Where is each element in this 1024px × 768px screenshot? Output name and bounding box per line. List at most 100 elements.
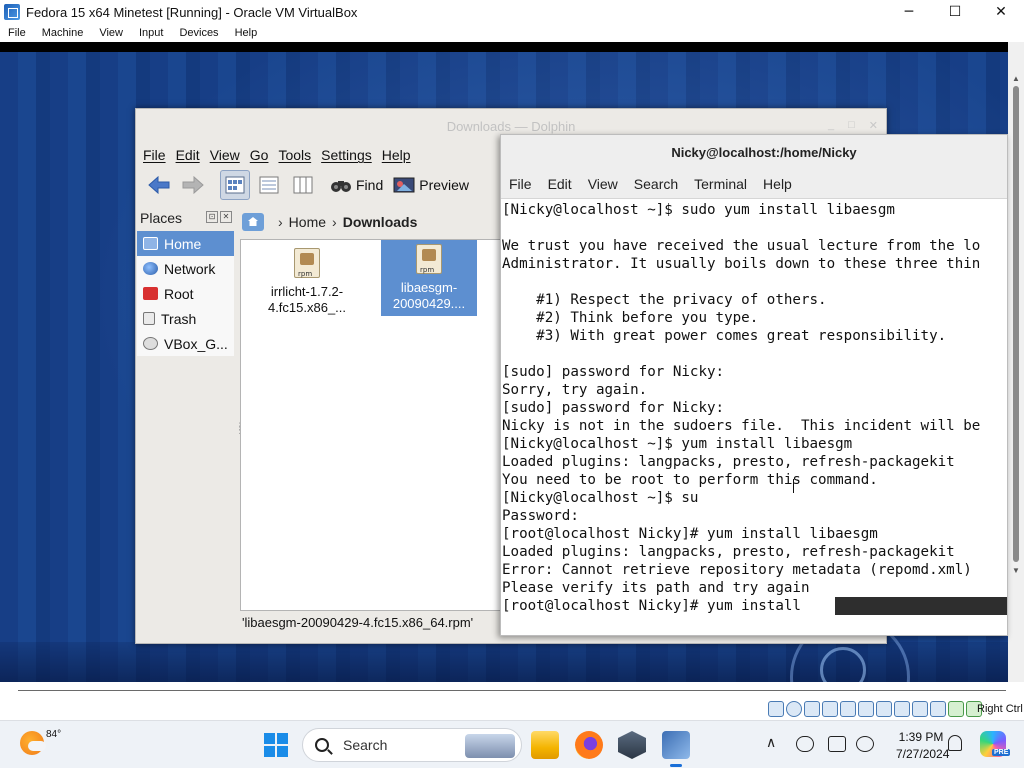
dolphin-close-button[interactable]: ✕	[869, 119, 878, 132]
place-trash[interactable]: Trash	[137, 306, 234, 331]
place-root[interactable]: Root	[137, 281, 234, 306]
optical-drive-icon[interactable]	[786, 701, 802, 717]
maximize-button[interactable]: ☐	[932, 0, 978, 24]
clock-time: 1:39 PM	[898, 730, 944, 744]
dolphin-minimize-button[interactable]: _	[828, 119, 834, 132]
dolphin-menu-edit[interactable]: Edit	[176, 147, 200, 163]
dolphin-status-bar: 'libaesgm-20090429-4.fc15.x86_64.rpm'	[242, 615, 474, 630]
audio-icon[interactable]	[804, 701, 820, 717]
breadcrumb-current[interactable]: Downloads	[343, 214, 418, 230]
place-home-label: Home	[164, 235, 202, 252]
vbox-menu-file[interactable]: File	[0, 27, 34, 39]
terminal-menu-search[interactable]: Search	[634, 176, 678, 192]
guest-screen[interactable]: ▲ ▼ Downloads — Dolphin _ □ ✕ File Edit …	[0, 42, 1024, 682]
start-button[interactable]	[264, 733, 288, 757]
place-network[interactable]: Network	[137, 256, 234, 281]
rpm-package-icon	[294, 248, 320, 282]
vbox-menu-help[interactable]: Help	[227, 27, 266, 39]
vbox-menu-devices[interactable]: Devices	[171, 27, 226, 39]
guest-scrollbar[interactable]: ▲ ▼	[1008, 42, 1024, 682]
back-button[interactable]	[144, 170, 174, 200]
shared-folders-icon[interactable]	[858, 701, 874, 717]
terminal-line: [sudo] password for Nicky:	[502, 400, 725, 416]
places-float-icon[interactable]: ⊡	[206, 211, 218, 223]
place-trash-label: Trash	[161, 310, 197, 327]
search-highlight-image	[465, 734, 515, 758]
forward-button[interactable]	[178, 170, 208, 200]
terminal-menu-view[interactable]: View	[588, 176, 618, 192]
vbox-menu-view[interactable]: View	[91, 27, 131, 39]
dolphin-menu-tools[interactable]: Tools	[278, 147, 311, 163]
onedrive-icon[interactable]	[796, 736, 814, 752]
terminal-title: Nicky@localhost:/home/Nicky	[671, 144, 857, 160]
terminal-line: [root@localhost Nicky]# yum install liba…	[502, 526, 878, 542]
terminal-line: Password:	[502, 508, 579, 524]
places-close-icon[interactable]: ✕	[220, 211, 232, 223]
scroll-up-arrow-icon[interactable]: ▲	[1012, 74, 1020, 83]
terminal-menu-help[interactable]: Help	[763, 176, 792, 192]
dolphin-menu-settings[interactable]: Settings	[321, 147, 372, 163]
terminal-titlebar[interactable]: Nicky@localhost:/home/Nicky	[501, 135, 1007, 169]
fedora-vm-taskbar-icon[interactable]	[662, 731, 690, 767]
network-adapter-icon[interactable]	[822, 701, 838, 717]
terminal-menu-file[interactable]: File	[509, 176, 532, 192]
vbox-statusbar: Right Ctrl	[0, 682, 1024, 720]
details-view-icon	[259, 176, 279, 194]
file-item[interactable]: libaesgm- 20090429....	[381, 240, 477, 316]
virtualbox-taskbar-icon[interactable]	[618, 731, 646, 759]
terminal-line: #2) Think before you type.	[502, 310, 759, 326]
columns-view-icon	[293, 176, 313, 194]
dolphin-maximize-button[interactable]: □	[848, 119, 855, 132]
weather-widget[interactable]: 84°	[20, 729, 61, 755]
display-icon[interactable]	[876, 701, 892, 717]
preview-button[interactable]: Preview	[393, 176, 469, 194]
details-view-button[interactable]	[254, 170, 284, 200]
network-tray-icon[interactable]	[856, 736, 874, 752]
place-vbox-shared[interactable]: VBox_G...	[137, 331, 234, 356]
scroll-down-arrow-icon[interactable]: ▼	[1012, 566, 1020, 575]
tray-overflow-chevron-icon[interactable]: ∧	[766, 735, 776, 751]
dolphin-menu-help[interactable]: Help	[382, 147, 411, 163]
terminal-menu-terminal[interactable]: Terminal	[694, 176, 747, 192]
guest-top-panel	[0, 42, 1008, 52]
root-folder-icon	[143, 287, 158, 300]
vbox-titlebar: Fedora 15 x64 Minetest [Running] - Oracl…	[0, 0, 1024, 24]
dolphin-menu-view[interactable]: View	[210, 147, 240, 163]
vbox-menu-machine[interactable]: Machine	[34, 27, 92, 39]
mouse-integration-icon[interactable]	[948, 701, 964, 717]
terminal-line: Loaded plugins: langpacks, presto, refre…	[502, 544, 955, 560]
find-button[interactable]: Find	[330, 177, 383, 193]
home-icon[interactable]	[242, 213, 264, 231]
notification-bell-icon[interactable]	[948, 735, 962, 751]
terminal-line: Loaded plugins: langpacks, presto, refre…	[502, 454, 955, 470]
dolphin-window-title: Downloads — Dolphin	[446, 118, 576, 134]
breadcrumb-separator: ›	[332, 214, 337, 230]
guest-scrollbar-thumb[interactable]	[1013, 86, 1019, 562]
video-capture-icon[interactable]	[894, 701, 910, 717]
clock[interactable]: 1:39 PM 7/27/2024	[896, 729, 949, 763]
usb-icon[interactable]	[840, 701, 856, 717]
hard-disk-icon[interactable]	[768, 701, 784, 717]
terminal-menu-edit[interactable]: Edit	[548, 176, 572, 192]
file-explorer-taskbar-icon[interactable]	[531, 731, 559, 759]
minimize-button[interactable]: ─	[886, 0, 932, 24]
dolphin-menu-file[interactable]: File	[143, 147, 166, 163]
dolphin-menu-go[interactable]: Go	[250, 147, 269, 163]
file-item[interactable]: irrlicht-1.7.2- 4.fc15.x86_...	[259, 244, 355, 322]
find-label: Find	[356, 177, 384, 193]
place-home[interactable]: Home	[137, 231, 234, 256]
display-tray-icon[interactable]	[828, 736, 846, 752]
breadcrumb-home[interactable]: Home	[289, 214, 326, 230]
vbox-menu-input[interactable]: Input	[131, 27, 171, 39]
terminal-output[interactable]: [Nicky@localhost ~]$ sudo yum install li…	[501, 199, 1007, 633]
forward-arrow-icon	[182, 176, 204, 194]
breadcrumb: › Home › Downloads	[242, 209, 417, 235]
firefox-taskbar-icon[interactable]	[575, 731, 603, 759]
icons-view-button[interactable]	[220, 170, 250, 200]
columns-view-button[interactable]	[288, 170, 318, 200]
monitor-icon[interactable]	[912, 701, 928, 717]
taskbar-search[interactable]: Search	[302, 728, 522, 762]
cpu-icon[interactable]	[930, 701, 946, 717]
close-button[interactable]: ✕	[978, 0, 1024, 24]
